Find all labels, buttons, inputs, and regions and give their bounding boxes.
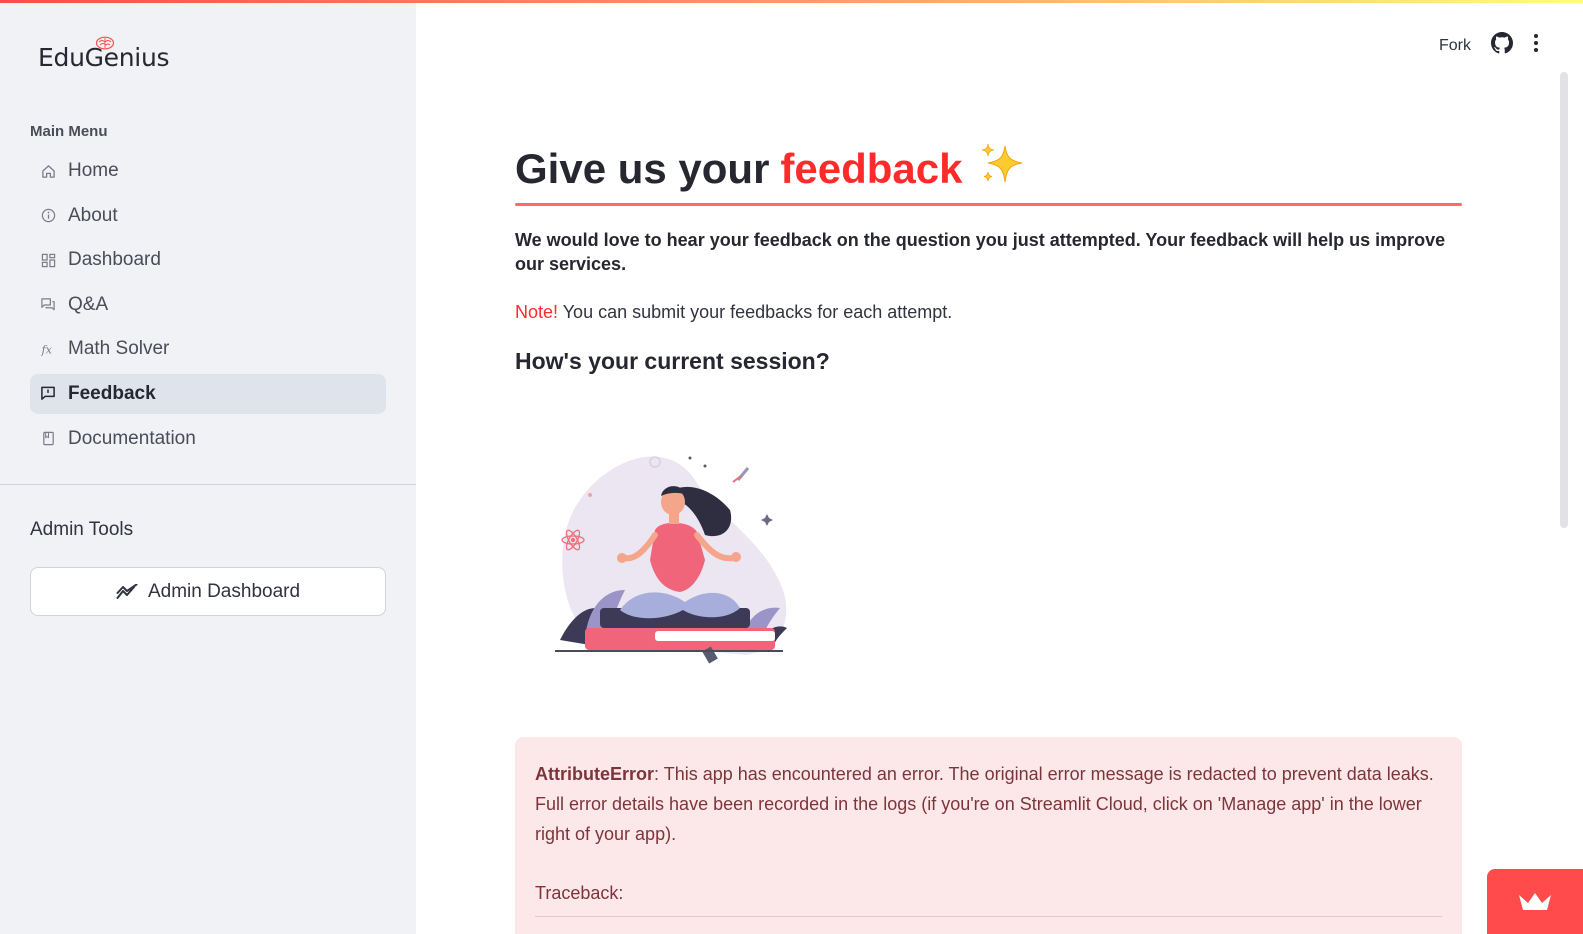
streamlit-badge[interactable] <box>1487 869 1583 934</box>
note-message: You can submit your feedbacks for each a… <box>558 302 953 322</box>
header-actions: Fork <box>1439 32 1539 59</box>
sidebar-item-about[interactable]: About <box>30 196 386 236</box>
intro-text: We would love to hear your feedback on t… <box>515 230 1446 274</box>
trend-chart-icon <box>116 583 138 599</box>
main-menu: Home About Dashboard Q&A fx Math Solver <box>30 151 386 463</box>
sidebar: EduGenius Main Menu Home About Dashboard <box>0 0 416 934</box>
fork-button[interactable]: Fork <box>1439 37 1471 55</box>
error-description: : This app has encountered an error. The… <box>535 764 1434 844</box>
error-alert: AttributeError: This app has encountered… <box>515 737 1462 934</box>
page-title-prefix: Give us your <box>515 145 770 192</box>
title-divider <box>515 203 1462 206</box>
scrollbar[interactable] <box>1560 72 1568 528</box>
meditating-woman-illustration <box>555 440 795 675</box>
admin-tools-title: Admin Tools <box>30 519 134 540</box>
sparkles-icon <box>979 142 1027 196</box>
info-circle-icon <box>40 208 56 224</box>
note-label: Note! <box>515 302 559 322</box>
sidebar-item-label: Math Solver <box>68 338 170 360</box>
note-text: Note! You can submit your feedbacks for … <box>515 300 1462 324</box>
session-heading: How's your current session? <box>515 348 830 374</box>
github-icon[interactable] <box>1491 32 1513 59</box>
main-menu-title: Main Menu <box>30 123 108 140</box>
sidebar-item-qa[interactable]: Q&A <box>30 285 386 325</box>
sidebar-item-label: Feedback <box>68 382 156 404</box>
main-content: Give us your feedback We would love to h… <box>515 140 1462 664</box>
page-title: Give us your feedback <box>515 140 1462 198</box>
sidebar-item-feedback[interactable]: Feedback <box>30 373 386 414</box>
book-icon <box>40 431 56 447</box>
sidebar-item-home[interactable]: Home <box>30 151 386 191</box>
sidebar-item-label: Dashboard <box>68 249 161 271</box>
home-icon <box>40 163 56 179</box>
sidebar-item-dashboard[interactable]: Dashboard <box>30 240 386 280</box>
traceback-label: Traceback: <box>535 883 624 903</box>
admin-dashboard-button[interactable]: Admin Dashboard <box>30 567 386 616</box>
sidebar-item-math-solver[interactable]: fx Math Solver <box>30 329 386 369</box>
sidebar-item-label: Home <box>68 160 119 181</box>
dashboard-grid-icon <box>40 252 56 268</box>
page-title-accent: feedback <box>780 145 963 192</box>
sidebar-divider <box>0 484 416 485</box>
error-type: AttributeError <box>535 764 655 784</box>
sidebar-item-label: About <box>68 204 118 226</box>
kebab-menu-icon[interactable] <box>1533 33 1539 58</box>
error-message: AttributeError: This app has encountered… <box>535 759 1442 849</box>
logo-text: EduGenius <box>38 43 170 72</box>
streamlit-crown-icon <box>1519 892 1551 910</box>
admin-dashboard-label: Admin Dashboard <box>147 580 301 602</box>
sidebar-item-documentation[interactable]: Documentation <box>30 419 386 459</box>
svg-text:fx: fx <box>40 344 52 357</box>
top-decoration-bar <box>0 0 1583 3</box>
chat-bubbles-icon <box>40 297 56 313</box>
sidebar-item-label: Documentation <box>68 427 196 449</box>
traceback-box-edge <box>535 916 1442 917</box>
feedback-message-icon <box>40 386 56 402</box>
sidebar-item-label: Q&A <box>68 293 109 315</box>
function-icon: fx <box>40 341 56 357</box>
